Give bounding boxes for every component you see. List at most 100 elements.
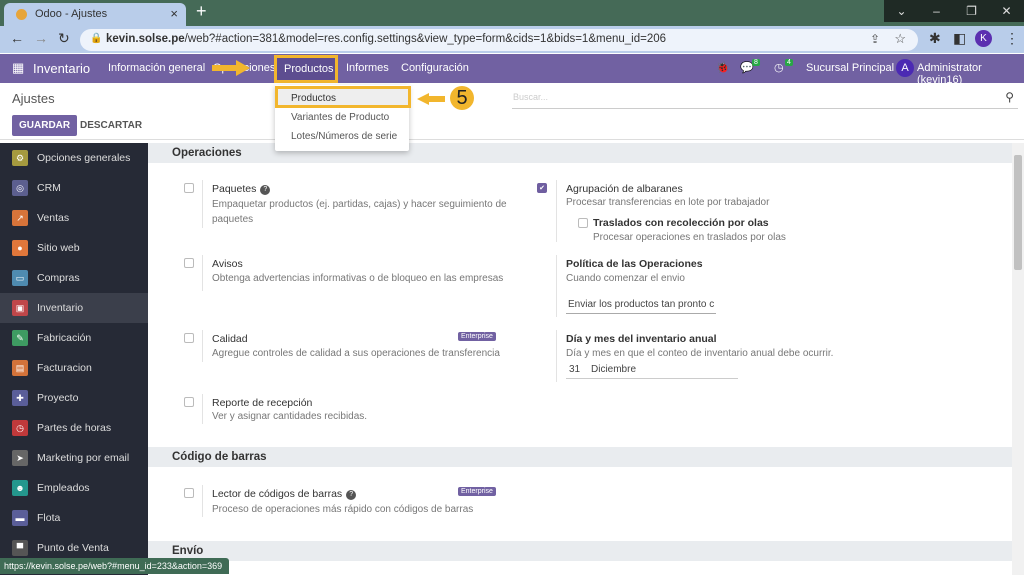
tab-search-icon[interactable]: ⌄: [884, 0, 919, 22]
annotation-arrow-left: [417, 93, 447, 105]
card-icon: ▭: [12, 270, 28, 286]
search-icon[interactable]: ⚲: [1005, 90, 1014, 104]
help-icon[interactable]: ?: [260, 185, 271, 195]
section-envio: Envío: [148, 541, 1012, 561]
calidad-title: Calidad: [212, 333, 248, 345]
sidebar-item-ventas[interactable]: ↗ Ventas: [0, 203, 148, 233]
month-select[interactable]: Diciembre: [591, 364, 636, 375]
side-panel-icon[interactable]: ◧: [953, 30, 966, 47]
back-icon[interactable]: ←: [10, 30, 24, 46]
sidebar-item-flota[interactable]: ▬ Flota: [0, 503, 148, 533]
sidebar-item-opciones-generales[interactable]: ⚙ Opciones generales: [0, 143, 148, 173]
sidebar-item-proyecto[interactable]: ✚ Proyecto: [0, 383, 148, 413]
help-icon[interactable]: ?: [346, 490, 357, 500]
user-avatar[interactable]: A: [896, 59, 914, 77]
minimize-button[interactable]: –: [919, 0, 954, 22]
annotation-arrow-right: [212, 60, 250, 76]
sidebar-item-fabricación[interactable]: ✎ Fabricación: [0, 323, 148, 353]
url-domain: kevin.solse.pe: [106, 33, 185, 45]
sidebar-item-partes-de-horas[interactable]: ◷ Partes de horas: [0, 413, 148, 443]
sidebar-item-empleados[interactable]: ☻ Empleados: [0, 473, 148, 503]
box-icon: ▣: [12, 300, 28, 316]
avisos-checkbox[interactable]: [184, 258, 194, 268]
sidebar-item-label: CRM: [37, 182, 61, 194]
browser-menu-icon[interactable]: ⋮: [1005, 30, 1019, 47]
sidebar-item-label: Facturacion: [37, 362, 92, 374]
apps-grid-icon[interactable]: ▦: [12, 60, 24, 76]
extensions-icon[interactable]: ✱: [929, 30, 941, 47]
close-tab-icon[interactable]: ×: [170, 6, 178, 21]
reporte-checkbox[interactable]: [184, 397, 194, 407]
sidebar-item-label: Fabricación: [37, 332, 92, 344]
profile-avatar[interactable]: K: [975, 30, 992, 47]
menu-informacion-general[interactable]: Información general: [108, 62, 205, 74]
save-button[interactable]: GUARDAR: [12, 115, 78, 136]
debug-bug-icon[interactable]: 🐞: [716, 61, 730, 74]
reporte-desc: Ver y asignar cantidades recibidas.: [212, 411, 368, 422]
app-name[interactable]: Inventario: [33, 61, 90, 76]
olas-checkbox[interactable]: [578, 218, 588, 228]
discard-button[interactable]: DESCARTAR: [80, 120, 142, 131]
share-icon[interactable]: ⇪: [870, 32, 880, 46]
dropdown-item-lotes[interactable]: Lotes/Números de serie: [291, 131, 397, 142]
new-tab-button[interactable]: +: [196, 1, 207, 22]
status-bar-url: https://kevin.solse.pe/web?#menu_id=233&…: [0, 558, 229, 574]
sidebar-item-label: Flota: [37, 512, 61, 524]
url-path: /web?#action=381&model=res.config.settin…: [184, 33, 667, 45]
activities-clock-icon[interactable]: ◷: [774, 61, 784, 74]
dropdown-item-label: Productos: [291, 93, 337, 104]
sidebar-item-crm[interactable]: ◎ CRM: [0, 173, 148, 203]
productos-dropdown: Productos Variantes de Producto Lotes/Nú…: [275, 85, 411, 151]
store-icon: ▀: [12, 540, 28, 556]
reporte-title: Reporte de recepción: [212, 397, 313, 409]
scrollbar-thumb[interactable]: [1014, 155, 1022, 270]
menu-informes[interactable]: Informes: [346, 62, 389, 74]
close-window-button[interactable]: ✕: [989, 0, 1024, 22]
divider: [556, 330, 557, 382]
search-input[interactable]: Buscar... ⚲: [512, 89, 1018, 109]
sidebar-item-inventario[interactable]: ▣ Inventario: [0, 293, 148, 323]
url-field[interactable]: 🔒 kevin.solse.pe/web?#action=381&model=r…: [80, 29, 918, 51]
lock-icon: 🔒: [90, 33, 103, 44]
divider: [556, 255, 557, 317]
people-icon: ☻: [12, 480, 28, 496]
lector-checkbox[interactable]: [184, 488, 194, 498]
sidebar-item-label: Sitio web: [37, 242, 80, 254]
menu-productos[interactable]: Productos: [274, 55, 338, 83]
day-input[interactable]: 31: [569, 364, 580, 375]
agrupacion-checkbox[interactable]: ✔: [537, 183, 547, 193]
invoice-icon: ▤: [12, 360, 28, 376]
paquetes-desc-cont: paquetes: [212, 214, 254, 225]
politica-select[interactable]: Enviar los productos tan pronto c: [566, 299, 716, 314]
paquetes-checkbox[interactable]: [184, 183, 194, 193]
divider: [202, 330, 203, 362]
sidebar-item-label: Opciones generales: [37, 152, 131, 164]
dropdown-item-variantes[interactable]: Variantes de Producto: [291, 112, 389, 123]
restore-button[interactable]: ❐: [954, 0, 989, 22]
sidebar-item-facturacion[interactable]: ▤ Facturacion: [0, 353, 148, 383]
sidebar-item-label: Punto de Venta: [37, 542, 109, 554]
odoo-navbar: ▦ Inventario Información general Operaci…: [0, 54, 1024, 86]
browser-tab[interactable]: Odoo - Ajustes ×: [4, 3, 186, 26]
scrollbar[interactable]: [1012, 143, 1024, 575]
divider: [202, 180, 203, 228]
avisos-title: Avisos: [212, 258, 243, 270]
sidebar-item-marketing-por-email[interactable]: ➤ Marketing por email: [0, 443, 148, 473]
enterprise-badge: Enterprise: [458, 487, 496, 496]
section-codigo-de-barras: Código de barras: [148, 447, 1012, 467]
gear-icon: ⚙: [12, 150, 28, 166]
paper-plane-icon: ➤: [12, 450, 28, 466]
sidebar-item-sitio-web[interactable]: ● Sitio web: [0, 233, 148, 263]
forward-icon[interactable]: →: [34, 30, 48, 46]
calidad-checkbox[interactable]: [184, 333, 194, 343]
breadcrumb: Ajustes: [12, 91, 55, 106]
bookmark-star-icon[interactable]: ☆: [894, 31, 906, 47]
enterprise-badge: Enterprise: [458, 332, 496, 341]
dropdown-item-productos[interactable]: Productos: [275, 86, 411, 108]
settings-sidebar: ⚙ Opciones generales ◎ CRM ↗ Ventas ● Sitio web…: [0, 143, 148, 575]
divider: [202, 485, 203, 517]
sidebar-item-compras[interactable]: ▭ Compras: [0, 263, 148, 293]
reload-icon[interactable]: ↻: [58, 30, 70, 47]
company-switcher[interactable]: Sucursal Principal: [806, 62, 894, 74]
menu-configuracion[interactable]: Configuración: [401, 62, 469, 74]
